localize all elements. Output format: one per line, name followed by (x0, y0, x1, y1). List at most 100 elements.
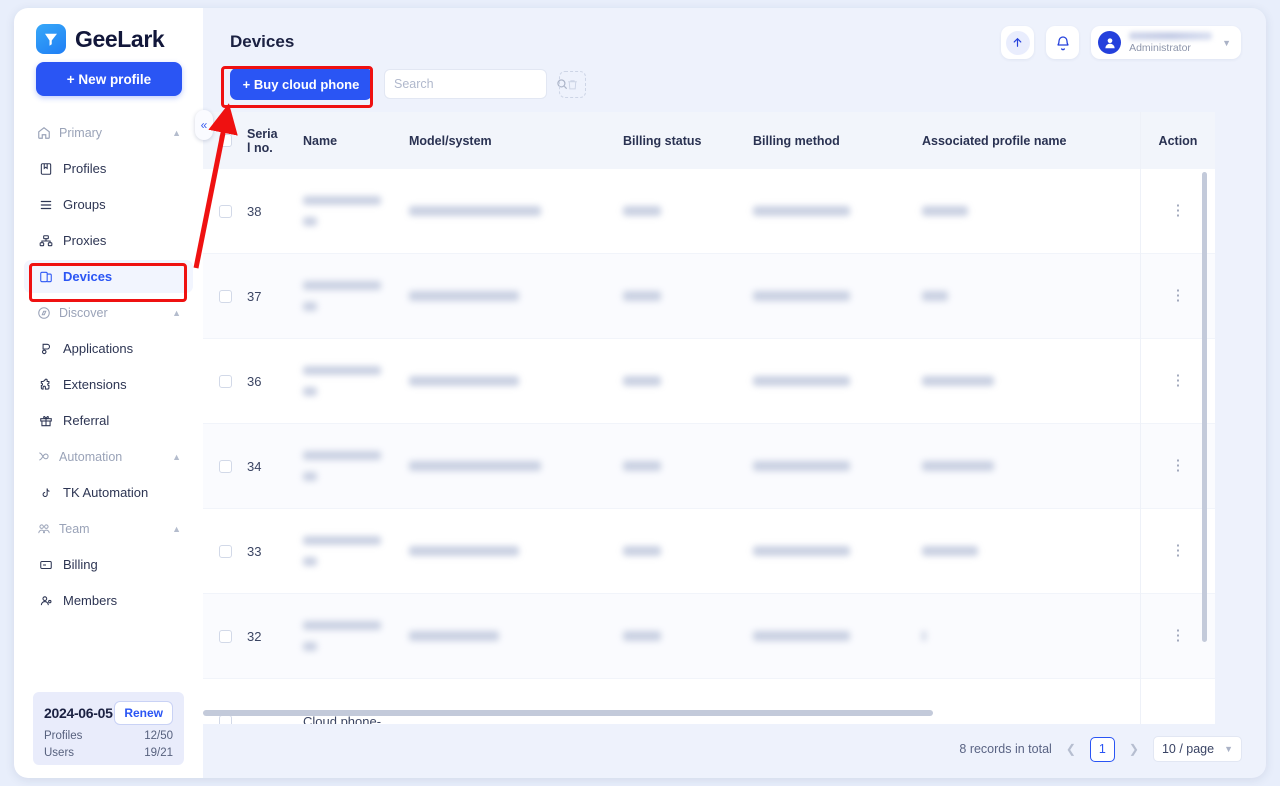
sidebar-section-automation[interactable]: Automation ▲ (14, 440, 203, 473)
more-vertical-icon[interactable]: ⋮ (1171, 633, 1186, 639)
tiktok-icon (38, 485, 53, 500)
cell-model (409, 631, 623, 641)
sidebar-section-team[interactable]: Team ▲ (14, 512, 203, 545)
sidebar-section-label: Automation (59, 450, 122, 464)
select-all-checkbox[interactable] (219, 134, 232, 147)
table-row[interactable]: 36 (203, 339, 1215, 424)
chevron-up-icon: ▲ (172, 452, 181, 462)
column-header-serial[interactable]: Seria l no. (247, 127, 303, 155)
sidebar-item-proxies[interactable]: Proxies (24, 224, 193, 257)
sidebar-item-label: TK Automation (63, 485, 148, 500)
notifications-button[interactable] (1046, 26, 1079, 59)
table-row-partial[interactable]: Cloud phone- (203, 679, 1215, 724)
new-profile-button[interactable]: + New profile (36, 62, 182, 96)
cell-billing-status (623, 206, 753, 216)
cell-billing-method (753, 376, 922, 386)
cell-billing-status (623, 461, 753, 471)
user-menu[interactable]: Administrator ▼ (1091, 26, 1241, 59)
delete-selected-button[interactable] (559, 71, 586, 98)
cell-serial: 37 (247, 289, 303, 304)
sidebar-section-label: Discover (59, 306, 108, 320)
table-horizontal-scrollbar[interactable] (203, 710, 933, 716)
plan-row-label: Profiles (44, 730, 82, 742)
user-avatar-icon (1098, 31, 1121, 54)
upload-button[interactable] (1001, 26, 1034, 59)
cell-associated-profile (922, 631, 1127, 641)
row-checkbox[interactable] (219, 545, 232, 558)
sidebar-section-label: Primary (59, 126, 102, 140)
geelark-logo-icon (36, 24, 66, 54)
trash-icon (566, 78, 579, 91)
row-checkbox[interactable] (219, 205, 232, 218)
next-page-button[interactable]: ❯ (1127, 742, 1141, 756)
sidebar-item-billing[interactable]: Billing (24, 548, 193, 581)
sidebar-item-applications[interactable]: Applications (24, 332, 193, 365)
cell-associated-profile (922, 206, 1127, 216)
cell-name (303, 196, 409, 226)
prev-page-button[interactable]: ❮ (1064, 742, 1078, 756)
more-vertical-icon[interactable]: ⋮ (1171, 208, 1186, 214)
row-checkbox[interactable] (219, 290, 232, 303)
plan-row-profiles: Profiles 12/50 (44, 730, 173, 742)
cell-name (303, 536, 409, 566)
column-header-model[interactable]: Model/system (409, 134, 623, 148)
more-vertical-icon[interactable]: ⋮ (1171, 293, 1186, 299)
sidebar-item-label: Groups (63, 197, 106, 212)
cell-billing-status (623, 291, 753, 301)
table-row[interactable]: 34 (203, 424, 1215, 509)
cell-billing-status (623, 376, 753, 386)
sidebar-item-devices[interactable]: Devices (24, 260, 193, 293)
sidebar-collapse-button[interactable]: « (195, 110, 213, 140)
column-header-associated-profile[interactable]: Associated profile name (922, 134, 1127, 148)
row-checkbox[interactable] (219, 460, 232, 473)
sidebar-item-label: Members (63, 593, 117, 608)
table-row[interactable]: 37 (203, 254, 1215, 339)
groups-icon (38, 197, 53, 212)
main-content: Devices Administrator ▼ (203, 8, 1266, 778)
more-vertical-icon[interactable]: ⋮ (1171, 378, 1186, 384)
table-row[interactable]: 38 (203, 169, 1215, 254)
sidebar-item-label: Referral (63, 413, 109, 428)
table-row[interactable]: 32 (203, 594, 1215, 679)
cell-name (303, 366, 409, 396)
sidebar-item-extensions[interactable]: Extensions (24, 368, 193, 401)
toolbar: + Buy cloud phone (230, 68, 586, 100)
renew-button[interactable]: Renew (114, 701, 173, 725)
brand-name: GeeLark (75, 26, 164, 53)
cell-serial: 38 (247, 204, 303, 219)
chevron-down-icon[interactable]: ▼ (1222, 38, 1231, 48)
buy-cloud-phone-button[interactable]: + Buy cloud phone (230, 68, 372, 100)
automation-icon (36, 449, 51, 464)
sidebar-item-tk-automation[interactable]: TK Automation (24, 476, 193, 509)
table-header-row: Seria l no. Name Model/system Billing st… (203, 112, 1215, 169)
column-header-name[interactable]: Name (303, 134, 409, 148)
row-checkbox[interactable] (219, 630, 232, 643)
sidebar-section-primary[interactable]: Primary ▲ (14, 116, 203, 149)
page-size-select[interactable]: 10 / page ▼ (1153, 736, 1242, 762)
table-vertical-scrollbar[interactable] (1202, 172, 1207, 642)
more-vertical-icon[interactable]: ⋮ (1171, 463, 1186, 469)
search-box[interactable] (384, 69, 547, 99)
cell-billing-status (623, 546, 753, 556)
app-window: GeeLark + New profile « Primary ▲ Profil… (14, 8, 1266, 778)
column-header-billing-status[interactable]: Billing status (623, 134, 753, 148)
team-icon (36, 521, 51, 536)
sidebar-item-groups[interactable]: Groups (24, 188, 193, 221)
pagination: 8 records in total ❮ 1 ❯ 10 / page ▼ (959, 736, 1242, 762)
row-checkbox[interactable] (219, 375, 232, 388)
page-number-1[interactable]: 1 (1090, 737, 1115, 762)
page-size-label: 10 / page (1162, 742, 1214, 756)
user-name (1129, 32, 1212, 40)
sidebar-item-referral[interactable]: Referral (24, 404, 193, 437)
sidebar-item-members[interactable]: Members (24, 584, 193, 617)
table-row[interactable]: 33 (203, 509, 1215, 594)
more-vertical-icon[interactable]: ⋮ (1171, 548, 1186, 554)
sidebar-section-discover[interactable]: Discover ▲ (14, 296, 203, 329)
sidebar-item-profiles[interactable]: Profiles (24, 152, 193, 185)
cell-name (303, 281, 409, 311)
column-header-billing-method[interactable]: Billing method (753, 134, 922, 148)
cell-billing-status (623, 631, 753, 641)
search-input[interactable] (394, 77, 555, 91)
devices-icon (38, 269, 53, 284)
serial-header-line2: l no. (247, 141, 273, 155)
